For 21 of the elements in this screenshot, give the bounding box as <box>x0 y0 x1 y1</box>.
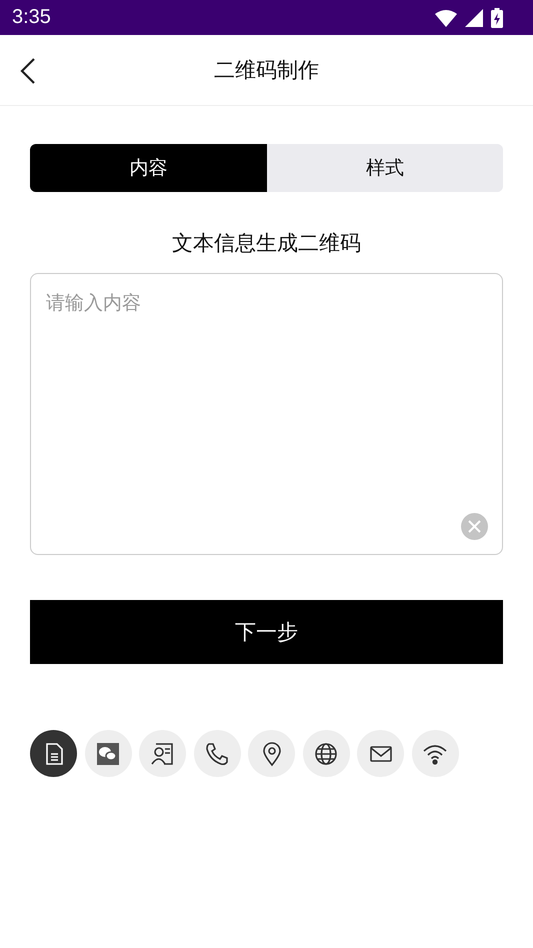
cell-signal-icon <box>465 8 483 26</box>
type-button[interactable] <box>139 730 186 777</box>
next-button[interactable]: 下一步 <box>30 600 503 664</box>
type-button[interactable] <box>412 730 458 777</box>
type-button[interactable] <box>248 730 295 777</box>
type-button[interactable] <box>84 730 132 777</box>
type-button[interactable] <box>30 730 77 777</box>
type-button[interactable] <box>357 730 404 777</box>
tab[interactable]: 内容 <box>30 144 266 192</box>
wifi-signal-icon <box>435 8 457 26</box>
section-heading: 文本信息生成二维码 <box>171 230 362 257</box>
contact-card-icon <box>150 740 176 766</box>
chat-bubbles-icon <box>95 740 121 766</box>
status-time: 3:35 <box>12 6 51 29</box>
type-button[interactable] <box>194 730 240 777</box>
type-button[interactable] <box>302 730 350 777</box>
content-field[interactable]: 请输入内容 <box>30 273 503 555</box>
globe-icon <box>313 740 339 766</box>
page-title: 二维码制作 <box>214 57 319 84</box>
battery-icon <box>491 8 503 28</box>
phone-icon <box>204 740 230 766</box>
